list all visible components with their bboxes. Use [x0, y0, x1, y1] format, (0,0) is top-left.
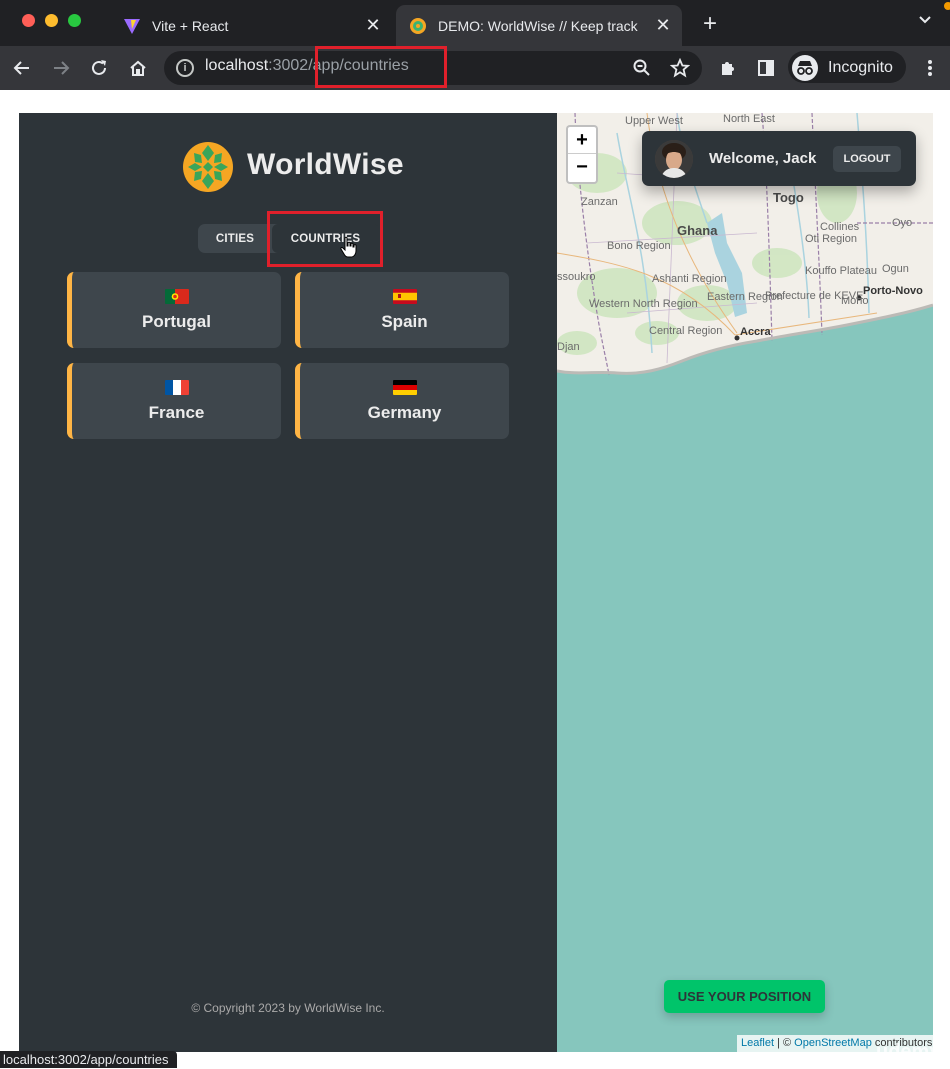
close-window-button[interactable]: [22, 14, 35, 27]
map-label: Oyo: [892, 217, 913, 229]
user-card: Welcome, Jack LOGOUT: [642, 131, 916, 186]
tab-search-chevron-icon[interactable]: [918, 12, 932, 28]
home-icon[interactable]: [125, 55, 151, 81]
zoom-magnifier-icon[interactable]: [629, 55, 655, 81]
map-label: Porto-Novo: [863, 285, 923, 297]
browser-menu-icon[interactable]: [917, 55, 943, 81]
country-name: France: [148, 402, 205, 422]
nav-cities-link[interactable]: CITIES: [198, 224, 272, 253]
incognito-label: Incognito: [828, 59, 893, 76]
map-label: Central Region: [649, 325, 723, 337]
status-bar-url: localhost:3002/app/countries: [0, 1051, 177, 1068]
reload-icon[interactable]: [86, 55, 112, 81]
map-label: North East: [723, 113, 775, 125]
country-name: Portugal: [142, 311, 211, 331]
user-avatar: [655, 140, 693, 178]
user-welcome-text: Welcome, Jack: [709, 150, 817, 167]
use-your-position-button[interactable]: USE YOUR POSITION: [664, 980, 825, 1013]
logout-button[interactable]: LOGOUT: [833, 146, 901, 172]
map-label: Kouffo Plateau: [805, 265, 877, 277]
url-annotation-box: [315, 46, 447, 88]
attribution-separator: | ©: [774, 1037, 795, 1049]
udemy-watermark: udemy: [876, 1041, 941, 1063]
zoom-in-button[interactable]: +: [568, 127, 596, 154]
map-label: Collines: [820, 221, 860, 233]
browser-tab-bar: Vite + React ✕ DEMO: WorldWise // Keep t…: [0, 0, 950, 46]
country-item-portugal[interactable]: Portugal: [67, 272, 281, 348]
country-name: Spain: [381, 311, 428, 331]
country-item-spain[interactable]: Spain: [295, 272, 509, 348]
close-icon[interactable]: ✕: [360, 15, 386, 36]
leaflet-link[interactable]: Leaflet: [741, 1037, 774, 1049]
map-label: Ashanti Region: [652, 273, 727, 285]
map-label: Djan: [557, 341, 580, 353]
vite-icon: [122, 16, 142, 36]
map-label: Zanzan: [581, 196, 618, 208]
map-zoom-control: + −: [566, 125, 598, 184]
incognito-icon: [792, 55, 818, 81]
bookmark-star-icon[interactable]: [667, 55, 693, 81]
country-name: Germany: [367, 402, 442, 422]
openstreetmap-link[interactable]: OpenStreetMap: [794, 1037, 872, 1049]
maximize-window-button[interactable]: [68, 14, 81, 27]
new-tab-button[interactable]: +: [697, 10, 723, 38]
update-indicator: [944, 2, 950, 10]
tab-title: DEMO: WorldWise // Keep track: [438, 17, 638, 34]
france-flag-icon: [164, 379, 189, 395]
countries-annotation-box: [267, 211, 383, 267]
map-label: Ogun: [882, 263, 909, 275]
spain-flag-icon: [392, 288, 417, 304]
country-item-germany[interactable]: Germany: [295, 363, 509, 439]
logo-text[interactable]: WorldWise: [247, 148, 404, 182]
side-panel-icon[interactable]: [753, 55, 779, 81]
minimize-window-button[interactable]: [45, 14, 58, 27]
tab-vite-react[interactable]: Vite + React ✕: [110, 5, 392, 46]
map-label: Bono Region: [607, 240, 671, 252]
worldwise-icon: [408, 16, 428, 36]
close-icon[interactable]: ✕: [650, 15, 676, 36]
hand-cursor-icon: [340, 236, 358, 258]
copyright-text: © Copyright 2023 by WorldWise Inc.: [191, 1001, 385, 1015]
map-label: Accra: [740, 326, 771, 338]
zoom-out-button[interactable]: −: [568, 154, 596, 181]
forward-arrow-icon[interactable]: [48, 55, 74, 81]
map-label: Oti Region: [805, 233, 857, 245]
map-label: Upper West: [625, 115, 683, 127]
map-label: Western North Region: [589, 298, 698, 310]
worldwise-logo-icon[interactable]: [182, 141, 234, 193]
back-arrow-icon[interactable]: [9, 55, 35, 81]
portugal-flag-icon: [164, 288, 189, 304]
tab-worldwise[interactable]: DEMO: WorldWise // Keep track ✕: [396, 5, 682, 46]
extensions-puzzle-icon[interactable]: [715, 55, 741, 81]
germany-flag-icon: [392, 379, 417, 395]
url-host: localhost: [205, 57, 269, 74]
map-label: Togo: [773, 190, 804, 205]
tab-title: Vite + React: [152, 17, 229, 34]
map-label: ssoukro: [557, 271, 596, 283]
map[interactable]: Upper West North East Togo Zanzan Ghana …: [557, 113, 933, 1052]
site-info-icon[interactable]: i: [176, 59, 194, 77]
map-tiles: [557, 113, 933, 376]
country-item-france[interactable]: France: [67, 363, 281, 439]
map-label: Ghana: [677, 223, 718, 238]
